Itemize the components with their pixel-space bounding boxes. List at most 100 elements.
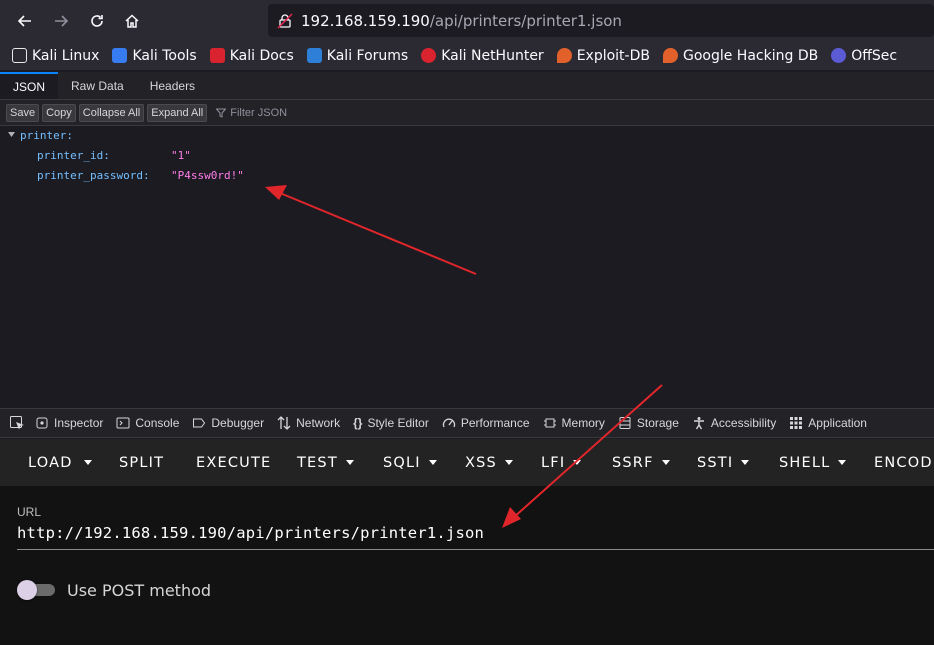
menu-label: ENCODING [874, 454, 934, 471]
tab-console[interactable]: Console [116, 416, 179, 430]
save-button[interactable]: Save [6, 103, 40, 122]
caret-down-icon [661, 460, 670, 465]
ssrf-menu[interactable]: SSRF [612, 455, 670, 471]
load-dropdown-button[interactable] [84, 460, 92, 465]
pick-element-icon [10, 416, 24, 430]
tab-label: Console [135, 416, 180, 430]
menu-label: SSRF [612, 454, 654, 471]
bookmark-kali-linux[interactable]: Kali Linux [12, 48, 99, 64]
bookmark-kali-forums[interactable]: Kali Forums [306, 47, 409, 64]
json-string: "P4ssw0rd!" [171, 169, 244, 182]
load-button[interactable]: LOAD [28, 455, 73, 471]
tab-json[interactable]: JSON [0, 72, 59, 99]
reload-button[interactable] [85, 9, 109, 33]
element-picker-button[interactable] [9, 415, 25, 431]
json-viewer-toolbar: Save Copy Collapse All Expand All Filter… [0, 100, 934, 126]
kali-forums-icon [306, 48, 322, 63]
kali-dragon-icon [12, 48, 27, 63]
caret-down-icon [345, 460, 354, 465]
offsec-icon [831, 48, 847, 63]
home-button[interactable] [120, 9, 144, 33]
url-field[interactable]: http://192.168.159.190/api/printers/prin… [17, 524, 484, 542]
home-icon [125, 14, 139, 28]
performance-gauge-icon [442, 418, 455, 428]
sqli-menu[interactable]: SQLI [383, 455, 437, 471]
bookmark-label: OffSec [851, 47, 898, 64]
json-viewer-tabs: JSON Raw Data Headers [0, 72, 934, 100]
url-path: /api/printers/printer1.json [429, 11, 622, 30]
tab-label: Memory [561, 416, 605, 430]
tab-style-editor[interactable]: {} Style Editor [353, 416, 429, 430]
tab-application[interactable]: Application [789, 416, 867, 430]
ghdb-icon [662, 48, 678, 63]
ssti-menu[interactable]: SSTI [697, 454, 750, 471]
bookmark-label: Kali Forums [326, 47, 409, 64]
url-host: 192.168.159.190 [301, 11, 430, 30]
bookmark-google-hacking-db[interactable]: Google Hacking DB [662, 47, 819, 64]
tab-debugger[interactable]: Debugger [192, 416, 264, 430]
bookmark-exploit-db[interactable]: Exploit-DB [556, 47, 650, 64]
menu-label: SQLI [383, 454, 421, 471]
copy-button[interactable]: Copy [42, 103, 76, 122]
tab-headers[interactable]: Headers [137, 72, 208, 99]
bookmark-kali-docs[interactable]: Kali Docs [209, 48, 294, 64]
tab-inspector[interactable]: Inspector [35, 416, 103, 430]
tab-label: Debugger [211, 416, 265, 430]
tab-label: Storage [636, 416, 679, 430]
menu-label: SSTI [697, 454, 734, 471]
address-bar[interactable]: 192.168.159.190/api/printers/printer1.js… [268, 4, 934, 37]
application-grid-icon [790, 417, 803, 429]
tab-storage[interactable]: Storage [618, 416, 679, 430]
menu-label: SPLIT [119, 454, 165, 471]
bookmark-kali-tools[interactable]: Kali Tools [112, 48, 197, 64]
bookmark-offsec[interactable]: OffSec [831, 48, 897, 64]
nethunter-icon [421, 48, 437, 63]
json-tree: printer: printer_id: "1" printer_passwor… [0, 127, 934, 407]
forward-button[interactable] [49, 9, 73, 33]
xss-menu[interactable]: XSS [465, 455, 513, 471]
menu-label: LFI [541, 454, 566, 471]
lfi-menu[interactable]: LFI [541, 454, 582, 471]
filter-placeholder: Filter JSON [230, 106, 288, 119]
devtools-tabbar: Inspector Console Debugger Network {} Sty… [0, 408, 934, 438]
insecure-lock-icon [277, 12, 293, 29]
bookmark-label: Kali Linux [32, 47, 100, 64]
bookmark-label: Google Hacking DB [682, 47, 819, 64]
encoding-menu[interactable]: ENCODING [874, 455, 934, 471]
back-button[interactable] [13, 9, 37, 33]
json-key: printer_password: [37, 169, 150, 182]
bookmark-label: Kali NetHunter [441, 47, 544, 64]
json-string: "1" [171, 149, 191, 162]
debugger-icon [193, 418, 206, 428]
tab-raw-data[interactable]: Raw Data [58, 72, 137, 99]
collapse-all-button[interactable]: Collapse All [78, 103, 145, 122]
json-row-printer-id[interactable]: printer_id: [37, 147, 110, 165]
toggle-thumb [17, 580, 37, 600]
test-menu[interactable]: TEST [297, 455, 354, 471]
browser-navbar: 192.168.159.190/api/printers/printer1.js… [0, 0, 934, 41]
tab-performance[interactable]: Performance [442, 416, 530, 430]
expand-all-button[interactable]: Expand All [147, 103, 208, 122]
post-method-toggle[interactable] [17, 580, 55, 600]
tab-network[interactable]: Network [277, 416, 340, 430]
bookmarks-toolbar: Kali Linux Kali Tools Kali Docs Kali For… [0, 41, 934, 70]
filter-icon [216, 108, 227, 118]
split-button[interactable]: SPLIT [119, 455, 164, 471]
url-field-label: URL [17, 505, 42, 519]
tab-accessibility[interactable]: Accessibility [692, 416, 776, 430]
console-icon [116, 417, 130, 429]
execute-button[interactable]: EXECUTE [196, 455, 271, 471]
json-row-printer[interactable]: printer: [7, 127, 73, 145]
tab-memory[interactable]: Memory [543, 416, 605, 430]
bookmark-label: Exploit-DB [576, 47, 650, 64]
bookmark-kali-nethunter[interactable]: Kali NetHunter [421, 47, 544, 64]
filter-json-input[interactable]: Filter JSON [216, 107, 287, 119]
storage-icon [619, 417, 631, 429]
caret-down-icon [838, 460, 847, 465]
menu-label: SHELL [779, 454, 831, 471]
json-row-printer-password[interactable]: printer_password: [37, 167, 150, 185]
inspector-icon [36, 417, 48, 429]
tab-label: Accessibility [710, 416, 777, 430]
shell-menu[interactable]: SHELL [779, 454, 847, 471]
hackbar-toolbar: LOAD SPLIT EXECUTE TEST SQLI XSS LFI SSR… [0, 439, 934, 486]
